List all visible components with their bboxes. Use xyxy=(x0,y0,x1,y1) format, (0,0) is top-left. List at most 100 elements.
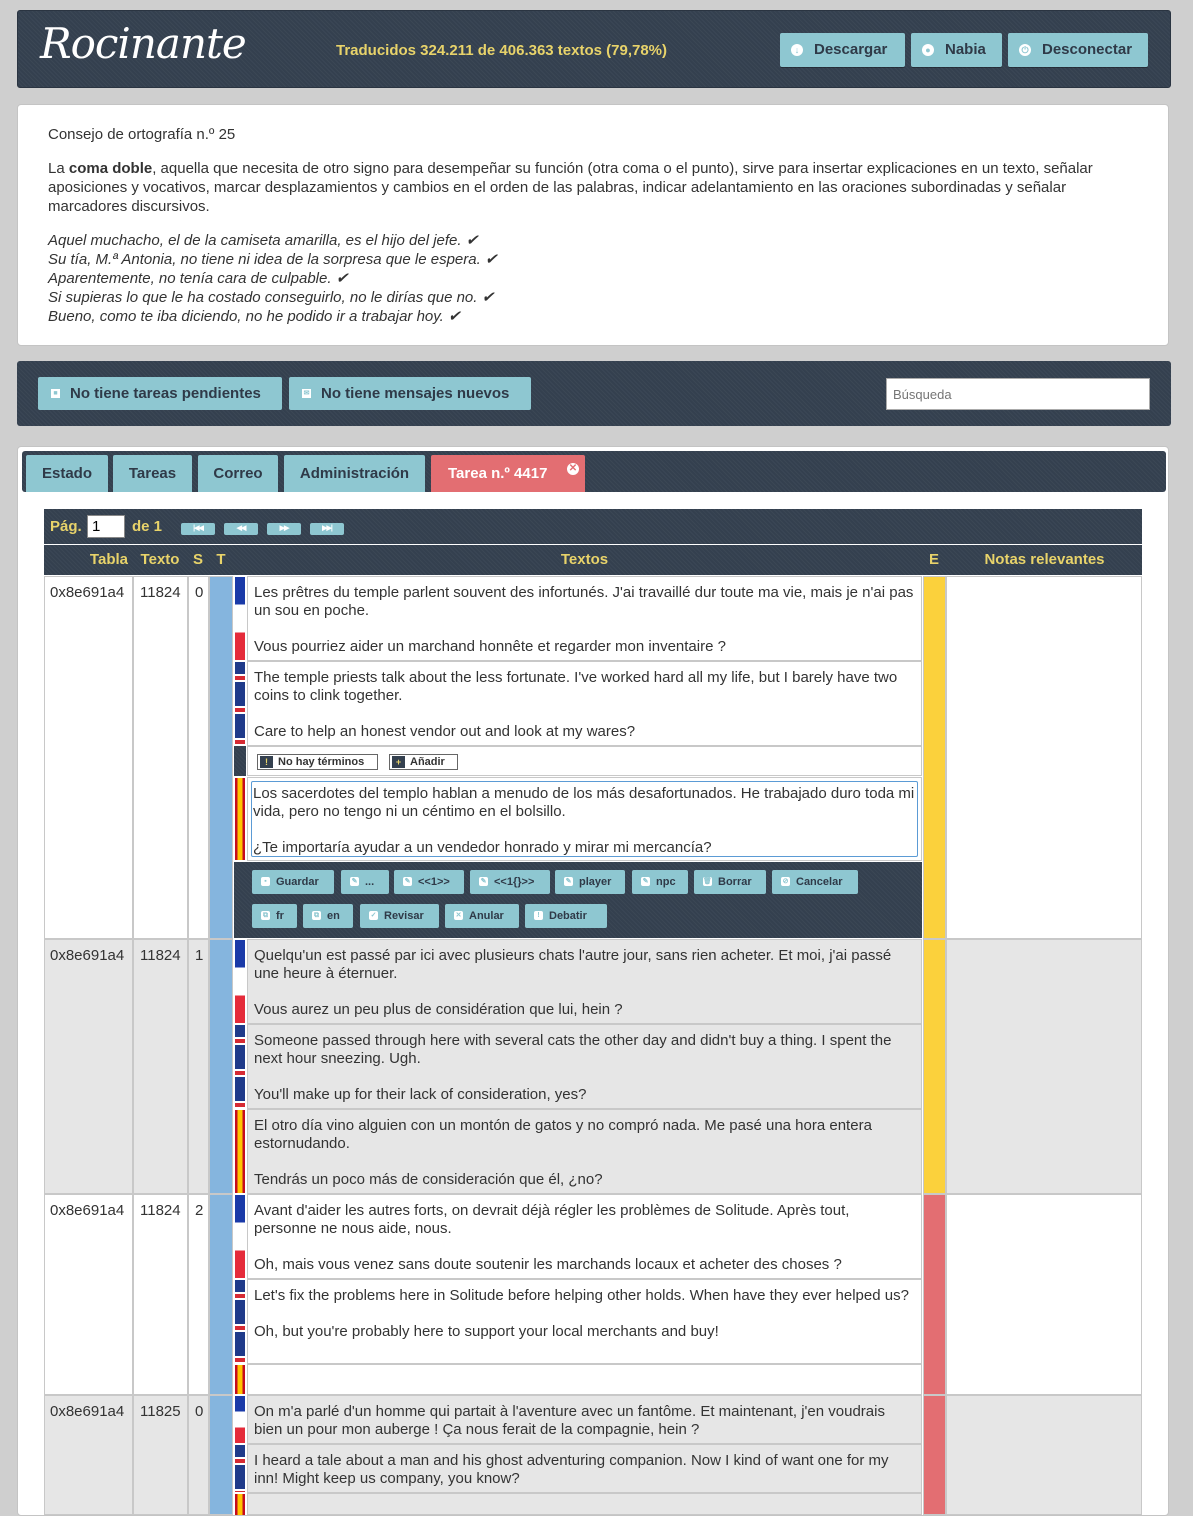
cell-type xyxy=(209,939,233,1194)
tasks-button[interactable]: ■ No tiene tareas pendientes xyxy=(38,377,282,410)
npc-label: npc xyxy=(656,876,676,888)
void-label: Anular xyxy=(469,910,504,922)
cell-type xyxy=(209,576,233,939)
source-text-en: Let's fix the problems here in Solitude … xyxy=(247,1279,922,1364)
tag1-label: <<1>> xyxy=(418,876,450,888)
pencil-icon: ✎ xyxy=(479,877,488,886)
messages-label: No tiene mensajes nuevos xyxy=(321,385,510,402)
cell-tabla: 0x8e691a4 xyxy=(44,1395,133,1515)
flag-uk-icon xyxy=(235,1445,245,1492)
download-button[interactable]: ↓ Descargar xyxy=(780,33,905,67)
copy-icon: ⧉ xyxy=(261,911,270,920)
insert-player-button[interactable]: ✎ player xyxy=(555,870,625,894)
tab-task-4417[interactable]: Tarea n.º 4417 ✕ xyxy=(431,455,585,492)
terms-row: ! No hay términos + Añadir xyxy=(247,746,922,776)
x-icon: ✕ xyxy=(454,911,463,920)
translation-textarea[interactable]: Los sacerdotes del templo hablan a menud… xyxy=(251,781,918,857)
trash-icon: 🗑 xyxy=(703,877,712,886)
translation-text[interactable] xyxy=(247,1493,922,1515)
messages-button[interactable]: ✉ No tiene mensajes nuevos xyxy=(289,377,531,410)
app-logo[interactable]: Rocinante xyxy=(40,19,247,68)
save-label: Guardar xyxy=(276,876,319,888)
tag2-label: <<1{}>> xyxy=(494,876,535,888)
cell-tabla: 0x8e691a4 xyxy=(44,576,133,939)
cell-texto: 11825 xyxy=(133,1395,188,1515)
tip-example: Aparentemente, no tenía cara de culpable… xyxy=(48,270,349,287)
source-text-fr: On m'a parlé d'un homme qui partait à l'… xyxy=(247,1395,922,1444)
source-text-fr: Les prêtres du temple parlent souvent de… xyxy=(247,576,922,661)
tab-administracion[interactable]: Administración xyxy=(284,455,425,492)
page-label: Pág. xyxy=(50,518,82,535)
cancel-icon: ⊘ xyxy=(781,877,790,886)
flag-fr-icon xyxy=(235,1396,245,1443)
debate-button[interactable]: ! Debatir xyxy=(525,904,607,928)
copy-en-button[interactable]: ⧉ en xyxy=(303,904,353,928)
next-page-button[interactable]: ▶▶ xyxy=(267,523,301,535)
col-e: E xyxy=(928,551,939,568)
review-button[interactable]: ✓ Revisar xyxy=(360,904,439,928)
player-label: player xyxy=(579,876,612,888)
notes-cell xyxy=(946,1194,1142,1395)
no-terms-label: No hay términos xyxy=(278,756,365,768)
translation-editor-cell: Los sacerdotes del templo hablan a menud… xyxy=(247,777,922,861)
insert-npc-button[interactable]: ✎ npc xyxy=(632,870,688,894)
status-indicator xyxy=(923,1194,946,1395)
cell-s: 1 xyxy=(188,939,209,1194)
user-icon: ● xyxy=(922,44,934,56)
tasks-label: No tiene tareas pendientes xyxy=(70,385,261,402)
save-button[interactable]: ▪ Guardar xyxy=(252,870,334,894)
cancel-button[interactable]: ⊘ Cancelar xyxy=(772,870,858,894)
delete-button[interactable]: 🗑 Borrar xyxy=(694,870,766,894)
tab-correo[interactable]: Correo xyxy=(198,455,278,492)
translation-text[interactable]: El otro día vino alguien con un montón d… xyxy=(247,1109,922,1194)
flag-uk-icon xyxy=(235,662,245,745)
main-panel: Estado Tareas Correo Administración Tare… xyxy=(17,446,1169,1516)
cell-s: 2 xyxy=(188,1194,209,1395)
save-icon: ▪ xyxy=(261,877,270,886)
cell-texto: 11824 xyxy=(133,1194,188,1395)
check-icon: ✓ xyxy=(369,911,378,920)
page-input[interactable] xyxy=(87,515,125,538)
translation-text[interactable] xyxy=(247,1364,922,1395)
terms-flag-strip xyxy=(234,746,246,776)
col-textos: Textos xyxy=(560,551,609,568)
flag-es-icon xyxy=(235,1494,245,1515)
task-icon: ■ xyxy=(51,389,60,398)
add-term-button[interactable]: + Añadir xyxy=(389,754,458,770)
tip-example: Si supieras lo que le ha costado consegu… xyxy=(48,289,495,306)
pager-bar: Pág. de 1 |◀◀ ◀◀ ▶▶ ▶▶| xyxy=(44,509,1142,544)
tip-intro-start: La xyxy=(48,160,69,177)
tab-estado[interactable]: Estado xyxy=(26,455,108,492)
download-label: Descargar xyxy=(814,41,888,58)
flag-es-icon xyxy=(235,1365,245,1394)
cell-s: 0 xyxy=(188,576,209,939)
notes-cell xyxy=(946,576,1142,939)
insert-tag2-button[interactable]: ✎ <<1{}>> xyxy=(470,870,550,894)
close-tab-icon[interactable]: ✕ xyxy=(567,463,579,475)
status-bar: ■ No tiene tareas pendientes ✉ No tiene me… xyxy=(17,361,1171,426)
tab-task-label: Tarea n.º 4417 xyxy=(448,465,548,482)
prev-page-button[interactable]: ◀◀ xyxy=(224,523,258,535)
copy-fr-label: fr xyxy=(276,910,284,922)
insert-dots-button[interactable]: ✎... xyxy=(341,870,389,894)
user-button[interactable]: ● Nabia xyxy=(911,33,1002,67)
status-indicator xyxy=(923,576,946,939)
search-input[interactable] xyxy=(886,378,1150,410)
plus-icon: + xyxy=(392,756,405,768)
copy-fr-button[interactable]: ⧉ fr xyxy=(252,904,297,928)
last-page-button[interactable]: ▶▶| xyxy=(310,523,344,535)
user-label: Nabia xyxy=(945,41,986,58)
tip-example: Bueno, como te iba diciendo, no he podid… xyxy=(48,308,461,325)
spelling-tip-panel: Consejo de ortografía n.º 25 La coma dob… xyxy=(17,104,1169,346)
logout-button[interactable]: ⏻ Desconectar xyxy=(1008,33,1148,67)
source-text-en: I heard a tale about a man and his ghost… xyxy=(247,1444,922,1493)
warning-icon: ! xyxy=(260,756,273,768)
tip-examples: Aquel muchacho, el de la camiseta amaril… xyxy=(48,231,1138,326)
first-page-button[interactable]: |◀◀ xyxy=(181,523,215,535)
insert-tag1-button[interactable]: ✎ <<1>> xyxy=(394,870,464,894)
void-button[interactable]: ✕ Anular xyxy=(445,904,519,928)
tab-tareas[interactable]: Tareas xyxy=(113,455,192,492)
tip-title: Consejo de ortografía n.º 25 xyxy=(48,126,236,143)
flag-fr-icon xyxy=(235,577,245,660)
logout-label: Desconectar xyxy=(1042,41,1133,58)
